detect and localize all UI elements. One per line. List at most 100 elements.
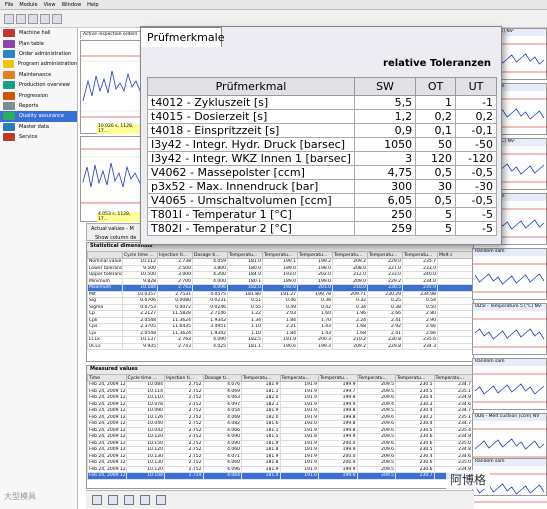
table-cell: 4.064 [202, 472, 242, 480]
popup-cell: -1 [455, 95, 497, 110]
sidebar-item-quality-assurance[interactable]: Quality assurance [0, 111, 77, 122]
sidebar-item-progression[interactable]: Progression [0, 90, 77, 100]
column-header[interactable]: Dosage ti... [192, 251, 228, 259]
popup-cell: -0,5 [455, 193, 497, 208]
column-header[interactable]: Temperatu... [367, 251, 403, 259]
sidebar-item-plan-table[interactable]: Plan table [0, 38, 77, 48]
column-header[interactable]: Temperatu... [332, 251, 368, 259]
sidebar-item-label: Service [19, 134, 38, 141]
popup-cell: -0,1 [455, 123, 497, 138]
table-row[interactable]: Feb 24, 2009 12:45:23 PM10.1082.7544.064… [87, 472, 473, 480]
popup-cell: t4015 - Dosierzeit [s] [147, 109, 355, 124]
table-row[interactable]: UCLx 9.935 2.743 4.025 181.1 190.6 199.3 209.2 2… [87, 342, 473, 350]
table-cell: 2.743 [157, 342, 193, 350]
menu-file[interactable]: File [5, 2, 13, 8]
popup-row: I3y42 - Integr. WKZ Innen 1 [barsec] 3 120… [147, 151, 497, 166]
toolbar-button-4[interactable] [40, 13, 50, 24]
column-header[interactable] [87, 251, 123, 259]
tab-active-inspection-orders[interactable]: Active inspection orders [80, 31, 142, 39]
popup-cell: 4,75 [353, 165, 417, 180]
right-chart-line [474, 273, 545, 285]
sidebar-item-master-data[interactable]: Master data [0, 122, 77, 132]
inspection-characteristics-table: Prüfmerkmal SW OT UT t4012 - Zykluszeit [s]… [147, 77, 497, 236]
column-header[interactable]: Temperatu... [395, 374, 435, 382]
right-chart-line [474, 328, 545, 340]
print-icon[interactable] [108, 495, 118, 505]
column-header[interactable]: Temperatu... [227, 251, 263, 259]
column-header[interactable]: Melt c [437, 251, 473, 259]
popup-cell: -120 [455, 151, 497, 166]
table-cell: 2.754 [164, 472, 204, 480]
module-icon [3, 133, 15, 142]
chart-panel-middle: 4.053 s, 1128, 17... [80, 136, 143, 222]
right-chart-panel: Random sam [472, 358, 547, 410]
column-header[interactable]: Temperatu... [262, 251, 298, 259]
popup-cell: -5 [455, 207, 497, 222]
popup-row: t4015 - Dosierzeit [s] 1,2 0,2 0,2 [147, 109, 497, 124]
chart-middle-readout: 4.053 s, 1128, 17... [97, 212, 141, 222]
column-header[interactable]: Temperatu... [279, 374, 319, 382]
table-cell: 199.3 [297, 342, 333, 350]
menu-window[interactable]: Window [61, 2, 81, 8]
menu-view[interactable]: View [44, 2, 56, 8]
toolbar-button-2[interactable] [16, 13, 26, 24]
table-cell: 229.8 [367, 342, 403, 350]
measured-values-table: Time Cycle time ... Injection ti... Dosage … [87, 374, 473, 480]
table-cell: Nominal value [87, 258, 123, 266]
save-icon[interactable] [156, 495, 166, 505]
sidebar-item-reports[interactable]: Reports [0, 101, 77, 111]
popup-cell: 259 [353, 221, 417, 236]
column-header[interactable]: Injection ti... [164, 374, 204, 382]
toolbar-button-1[interactable] [4, 13, 14, 24]
popup-cell: 1,2 [353, 109, 417, 124]
column-header[interactable]: Temperatu... [297, 251, 333, 259]
export-icon[interactable] [140, 495, 150, 505]
measured-values-panel: Measured values Time Cycle time ... Inject… [86, 365, 474, 489]
sidebar-item-maintenance[interactable]: Maintenance [0, 70, 77, 80]
table-cell: 4.025 [192, 342, 228, 350]
popup-cell: 50 [415, 137, 457, 152]
popup-cell: 250 [353, 207, 417, 222]
popup-column-header: Prüfmerkmal [147, 77, 355, 96]
popup-cell: t4012 - Zykluszeit [s] [147, 95, 355, 110]
table-cell: 209.2 [332, 342, 368, 350]
popup-cell: t4018 - Einspritzzeit [s] [147, 123, 355, 138]
right-chart-svg [473, 318, 547, 348]
tab-actual-values[interactable]: Actual values - M [91, 226, 134, 232]
column-header[interactable]: Temperatu... [433, 374, 473, 382]
column-header[interactable]: Cycle time ... [125, 374, 165, 382]
menu-module[interactable]: Module [19, 2, 37, 8]
sidebar-item-service[interactable]: Service [0, 132, 77, 142]
column-header[interactable]: Cycle time ... [122, 251, 158, 259]
tab-pruefmerkmale[interactable]: Prüfmerkmale [140, 27, 224, 47]
watermark-left: 大型模具 [4, 492, 36, 501]
table-cell: UCLx [87, 342, 123, 350]
column-header[interactable]: Temperatu... [241, 374, 281, 382]
menu-help[interactable]: Help [87, 2, 98, 8]
toolbar-button-3[interactable] [28, 13, 38, 24]
close-icon[interactable] [92, 495, 102, 505]
preview-icon[interactable] [124, 495, 134, 505]
chart-panel-top: 10.026 s, 1128, 17... [80, 40, 143, 134]
chart-middle-svg [81, 148, 143, 204]
sidebar-item-production-overview[interactable]: Production overview [0, 80, 77, 90]
popup-cell: 6,05 [353, 193, 417, 208]
column-header[interactable]: Dosage ti... [202, 374, 242, 382]
toolbar-button-5[interactable] [52, 13, 62, 24]
sidebar-item-machine-hall[interactable]: Machine hall [0, 28, 77, 38]
column-header[interactable]: Temperatu... [356, 374, 396, 382]
column-header[interactable]: Injection ti... [157, 251, 193, 259]
sidebar-item-label: Order administration [19, 50, 72, 57]
column-header[interactable]: Temperatu... [318, 374, 358, 382]
popup-row: t4018 - Einspritzzeit [s] 0,9 0,1 -0,1 [147, 123, 497, 138]
watermark-right: 阿博格 [446, 470, 491, 489]
table-cell: Feb 24, 2009 12:44:13 PM [87, 433, 127, 441]
sidebar-item-program-administration[interactable]: Program administration [0, 59, 77, 69]
popup-row: t4012 - Zykluszeit [s] 5,5 1 -1 [147, 95, 497, 110]
popup-cell: 5 [415, 221, 457, 236]
sidebar-item-order-administration[interactable]: Order administration [0, 49, 77, 59]
column-header[interactable]: Temperatu... [402, 251, 438, 259]
column-header[interactable]: Time [87, 374, 127, 382]
show-column-details-checkbox[interactable]: Show column de [95, 235, 136, 241]
table-cell: 181.4 [241, 472, 281, 480]
